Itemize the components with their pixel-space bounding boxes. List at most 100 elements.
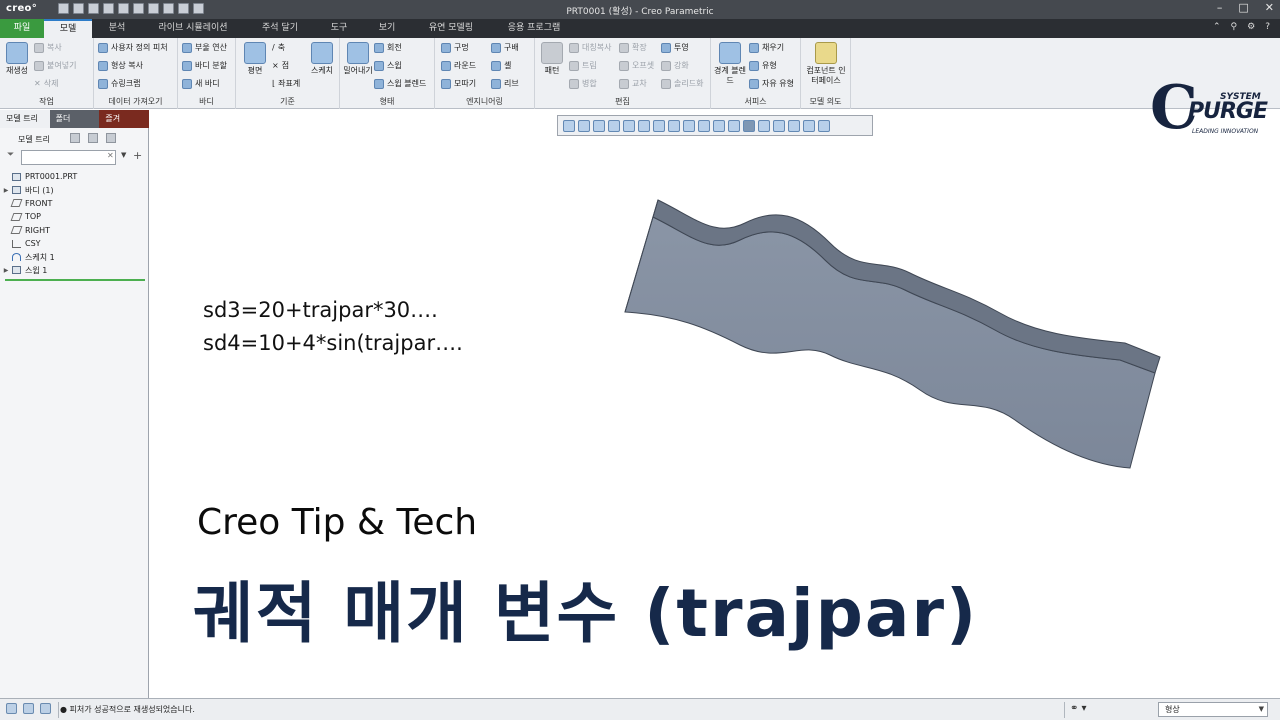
minimize-button[interactable]: – bbox=[1217, 1, 1223, 14]
group-operations-label[interactable]: 작업 bbox=[0, 96, 93, 107]
udf-button[interactable]: 사용자 정의 피처 bbox=[98, 42, 168, 53]
annotation-display-icon[interactable] bbox=[803, 119, 815, 132]
toggle-browser-icon[interactable] bbox=[23, 703, 34, 714]
group-model-intent-label[interactable]: 모델 의도 bbox=[801, 96, 850, 107]
zoom-out-icon[interactable] bbox=[593, 119, 605, 132]
search-icon[interactable]: ⚲ bbox=[1231, 22, 1238, 32]
tab-view[interactable]: 보기 bbox=[366, 19, 408, 38]
expand-toggle[interactable]: ▶ bbox=[0, 187, 12, 194]
add-filter-icon[interactable]: + bbox=[133, 149, 142, 162]
plane-button[interactable]: 평면 bbox=[241, 42, 269, 76]
tree-item-right[interactable]: RIGHT bbox=[0, 224, 149, 237]
extrude-button[interactable]: 밀어내기 bbox=[343, 42, 373, 76]
freestyle-button[interactable]: 자유 유형 bbox=[749, 78, 794, 89]
chamfer-button[interactable]: 모따기 bbox=[441, 78, 476, 89]
regenerate-button[interactable]: 재생성 bbox=[3, 42, 31, 76]
tab-analysis[interactable]: 분석 bbox=[96, 19, 138, 38]
plane-display-icon[interactable] bbox=[743, 119, 755, 132]
find-icon[interactable]: ⚭ ▾ bbox=[1070, 703, 1087, 714]
tree-item-part[interactable]: PRT0001.PRT bbox=[0, 170, 149, 183]
group-engineering-label[interactable]: 엔지니어링 bbox=[435, 96, 534, 107]
view-manager-icon[interactable] bbox=[653, 119, 665, 132]
fill-button[interactable]: 채우기 bbox=[749, 42, 784, 53]
tree-item-top[interactable]: TOP bbox=[0, 210, 149, 223]
copy-button[interactable]: 복사 bbox=[34, 42, 62, 53]
axis-button[interactable]: / 축 bbox=[272, 42, 285, 53]
group-body-label[interactable]: 바디 bbox=[178, 96, 235, 107]
group-editing-label[interactable]: 편집 bbox=[535, 96, 710, 107]
axis-display-icon[interactable] bbox=[758, 119, 770, 132]
group-datum-label[interactable]: 기준 bbox=[236, 96, 339, 107]
clear-search-icon[interactable]: ✕ bbox=[107, 151, 114, 160]
expand-toggle[interactable]: ▶ bbox=[0, 267, 12, 274]
round-button[interactable]: 라운드 bbox=[441, 60, 476, 71]
trim-button[interactable]: 트림 bbox=[569, 60, 597, 71]
boundary-blend-button[interactable]: 경계 블렌드 bbox=[714, 42, 746, 86]
extend-button[interactable]: 확장 bbox=[619, 42, 647, 53]
tab-tools[interactable]: 도구 bbox=[318, 19, 360, 38]
settings-icon[interactable]: ⚙ bbox=[1247, 22, 1255, 32]
intersect-button[interactable]: 교차 bbox=[619, 78, 647, 89]
csys-button[interactable]: ⌊ 좌표계 bbox=[272, 78, 300, 89]
tab-file[interactable]: 파일 bbox=[0, 19, 44, 38]
shell-button[interactable]: 셸 bbox=[491, 60, 511, 71]
tab-applications[interactable]: 응용 프로그램 bbox=[496, 19, 572, 38]
sweep-3d-model[interactable] bbox=[620, 195, 1165, 475]
paste-button[interactable]: 붙여넣기 bbox=[34, 60, 76, 71]
component-interface-button[interactable]: 컴포넌트 인터페이스 bbox=[804, 42, 848, 86]
rib-button[interactable]: 리브 bbox=[491, 78, 519, 89]
new-body-button[interactable]: 새 바디 bbox=[182, 78, 220, 89]
datum-display-icon[interactable] bbox=[728, 119, 740, 132]
perspective-icon[interactable] bbox=[683, 119, 695, 132]
pattern-button[interactable]: 패턴 bbox=[538, 42, 566, 76]
sketch-display-icon[interactable] bbox=[818, 119, 830, 132]
point-display-icon[interactable] bbox=[773, 119, 785, 132]
mirror-button[interactable]: 대칭복사 bbox=[569, 42, 611, 53]
tree-item-csy[interactable]: CSY bbox=[0, 237, 149, 250]
tab-annotate[interactable]: 주석 달기 bbox=[250, 19, 310, 38]
offset-button[interactable]: 오프셋 bbox=[619, 60, 654, 71]
maximize-button[interactable]: □ bbox=[1238, 1, 1248, 14]
collapse-ribbon-icon[interactable]: ⌃ bbox=[1213, 22, 1221, 32]
fullscreen-icon[interactable] bbox=[40, 703, 51, 714]
refit-icon[interactable] bbox=[563, 119, 575, 132]
display-style-icon[interactable] bbox=[668, 119, 680, 132]
tree-item-sweep[interactable]: ▶ 스윕 1 bbox=[0, 264, 149, 277]
delete-button[interactable]: ✕ 삭제 bbox=[34, 78, 58, 89]
sweep-button[interactable]: 스윕 bbox=[374, 60, 402, 71]
tree-columns-icon[interactable] bbox=[106, 133, 116, 143]
style-button[interactable]: 유형 bbox=[749, 60, 777, 71]
draft-button[interactable]: 구배 bbox=[491, 42, 519, 53]
boolean-button[interactable]: 부울 연산 bbox=[182, 42, 227, 53]
point-button[interactable]: × 점 bbox=[272, 60, 289, 71]
search-dropdown-icon[interactable]: ▼ bbox=[121, 151, 126, 159]
toggle-navigator-icon[interactable] bbox=[6, 703, 17, 714]
filter-icon[interactable]: ⏷ bbox=[7, 150, 14, 160]
tree-show-icon[interactable] bbox=[88, 133, 98, 143]
hole-button[interactable]: 구멍 bbox=[441, 42, 469, 53]
tree-settings-icon[interactable] bbox=[70, 133, 80, 143]
help-icon[interactable]: ? bbox=[1265, 22, 1270, 32]
group-get-data-label[interactable]: 데이터 가져오기 bbox=[94, 96, 177, 107]
sketch-button[interactable]: 스케치 bbox=[308, 42, 336, 76]
group-shapes-label[interactable]: 형태 bbox=[340, 96, 434, 107]
saved-views-icon[interactable] bbox=[638, 119, 650, 132]
close-button[interactable]: ✕ bbox=[1265, 1, 1274, 14]
tab-model[interactable]: 모델 bbox=[44, 19, 92, 38]
copy-geometry-button[interactable]: 형상 복사 bbox=[98, 60, 143, 71]
solidify-button[interactable]: 솔리드화 bbox=[661, 78, 703, 89]
tab-model-tree[interactable]: 모델 트리 bbox=[0, 110, 50, 128]
tab-folder[interactable]: 폴더 bbox=[49, 110, 100, 128]
repaint-icon[interactable] bbox=[608, 119, 620, 132]
merge-button[interactable]: 병합 bbox=[569, 78, 597, 89]
split-body-button[interactable]: 바디 분할 bbox=[182, 60, 227, 71]
spin-center-icon[interactable] bbox=[698, 119, 710, 132]
tab-live-simulation[interactable]: 라이브 시뮬레이션 bbox=[145, 19, 241, 38]
selection-filter-select[interactable]: 형상 ▼ bbox=[1158, 702, 1268, 717]
tree-item-front[interactable]: FRONT bbox=[0, 197, 149, 210]
csys-display-icon[interactable] bbox=[788, 119, 800, 132]
insert-here-marker[interactable] bbox=[5, 279, 145, 281]
project-button[interactable]: 투영 bbox=[661, 42, 689, 53]
zoom-in-icon[interactable] bbox=[578, 119, 590, 132]
swept-blend-button[interactable]: 스윕 블렌드 bbox=[374, 78, 426, 89]
